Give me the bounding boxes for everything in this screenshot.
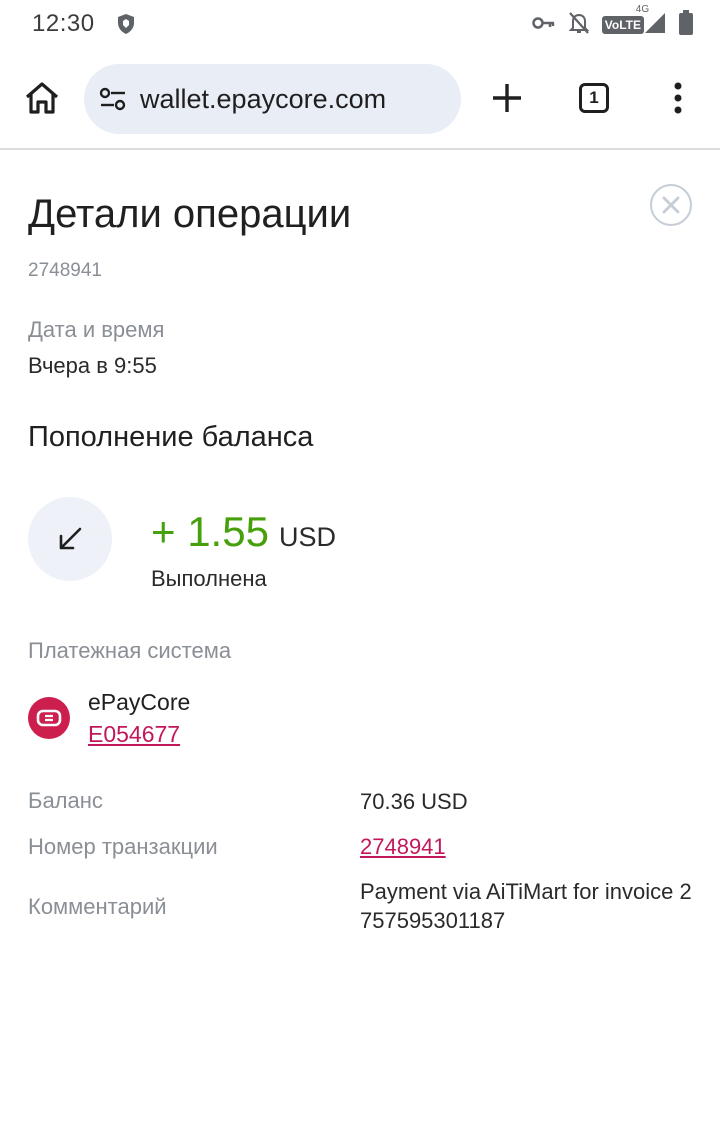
amount-value: + 1.55 — [151, 508, 269, 555]
amount-currency: USD — [278, 522, 336, 552]
comment-value: Payment via AiTiMart for invoice 2757595… — [360, 879, 692, 933]
comment-label: Комментарий — [28, 894, 167, 919]
operation-type: Пополнение баланса — [28, 421, 314, 453]
close-icon — [662, 196, 680, 214]
home-icon — [25, 82, 59, 114]
payment-system-account-link[interactable]: E054677 — [88, 721, 180, 748]
payment-system-name: ePayCore — [88, 689, 191, 715]
address-bar[interactable]: wallet.epaycore.com — [84, 64, 461, 134]
key-icon — [532, 15, 556, 36]
balance-label: Баланс — [28, 788, 103, 813]
more-vert-icon — [674, 82, 682, 114]
status-time: 12:30 — [32, 10, 95, 37]
close-button[interactable] — [650, 184, 692, 226]
epaycore-logo-icon — [28, 697, 70, 739]
balance-value: 70.36 USD — [360, 789, 468, 814]
browser-menu-button[interactable] — [650, 70, 706, 126]
operation-id: 2748941 — [28, 260, 102, 281]
transaction-label: Номер транзакции — [28, 834, 218, 859]
operation-status: Выполнена — [151, 566, 267, 591]
incoming-arrow-badge — [28, 497, 112, 581]
signal-icon — [644, 12, 666, 39]
plus-icon — [493, 84, 521, 112]
transaction-link[interactable]: 2748941 — [360, 834, 446, 860]
new-tab-button[interactable] — [479, 70, 535, 126]
home-button[interactable] — [14, 70, 70, 126]
shield-icon — [116, 13, 136, 35]
toolbar-divider — [0, 148, 720, 150]
volte-indicator: VoLTE 4G — [601, 4, 666, 39]
tab-count: 1 — [579, 83, 609, 113]
site-settings-icon[interactable] — [98, 84, 128, 114]
status-icons: VoLTE 4G — [532, 4, 694, 41]
url-text: wallet.epaycore.com — [140, 83, 387, 114]
status-bar: 12:30 VoLTE 4G — [0, 0, 720, 50]
datetime-label: Дата и время — [28, 317, 165, 342]
page-title: Детали операции — [28, 192, 352, 236]
network-type-label: 4G — [635, 3, 650, 15]
amount: + 1.55 USD — [151, 508, 336, 556]
datetime-value: Вчера в 9:55 — [28, 353, 157, 378]
bell-off-icon — [568, 11, 590, 40]
arrow-down-left-icon — [59, 527, 82, 550]
tab-switcher-button[interactable]: 1 — [566, 70, 622, 126]
browser-toolbar: wallet.epaycore.com 1 — [0, 50, 720, 148]
battery-icon — [678, 9, 694, 41]
payment-system-label: Платежная система — [28, 638, 232, 663]
volte-label: VoLTE — [601, 16, 644, 34]
